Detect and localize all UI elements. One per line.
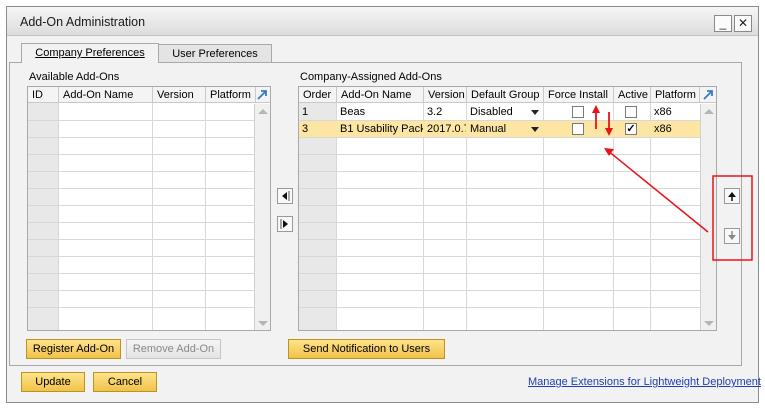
update-button[interactable]: Update xyxy=(21,372,85,392)
register-addon-button[interactable]: Register Add-On xyxy=(26,339,121,359)
tab-company-preferences-label: Company Preferences xyxy=(35,47,145,59)
tab-company-preferences[interactable]: Company Preferences xyxy=(21,43,159,63)
remove-addon-button[interactable]: Remove Add-On xyxy=(126,339,221,359)
annotation-highlight-box xyxy=(712,175,753,261)
cancel-button[interactable]: Cancel xyxy=(93,372,157,392)
send-notification-button[interactable]: Send Notification to Users xyxy=(288,339,445,359)
manage-extensions-link[interactable]: Manage Extensions for Lightweight Deploy… xyxy=(528,376,761,388)
annotation-arrow-line xyxy=(606,149,709,233)
annotation-arrowhead xyxy=(605,128,613,136)
annotation-arrowhead xyxy=(592,105,600,113)
